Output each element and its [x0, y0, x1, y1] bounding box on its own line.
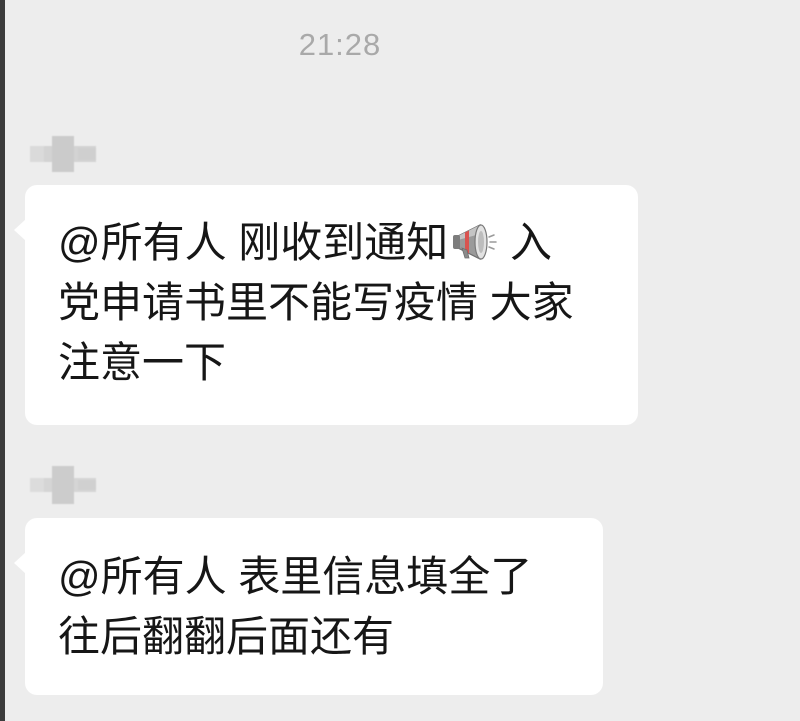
- left-edge-strip: [0, 0, 5, 721]
- message-line: @所有人 表里信息填全了: [58, 553, 533, 600]
- chat-screen: 21:28 @所有人 刚收到通知 入 党申请书里不能写疫情 大家 注意一下 @所…: [0, 0, 800, 721]
- message-line: 党申请书里不能写疫情 大家: [58, 279, 574, 326]
- message-text: @所有人 刚收到通知: [58, 219, 449, 266]
- message-line: 注意一下: [58, 339, 227, 386]
- message-bubble[interactable]: @所有人 刚收到通知 入 党申请书里不能写疫情 大家 注意一下: [14, 185, 638, 425]
- sender-name-blurred: [30, 134, 98, 174]
- message-line: 往后翻翻后面还有: [58, 613, 395, 660]
- sender-name-blurred: [30, 464, 98, 504]
- message-text: 入: [498, 219, 552, 266]
- message-line: @所有人 刚收到通知 入: [58, 213, 618, 273]
- megaphone-icon: [450, 220, 498, 264]
- message-timestamp: 21:28: [298, 27, 382, 62]
- message-bubble[interactable]: @所有人 表里信息填全了 往后翻翻后面还有: [14, 518, 603, 695]
